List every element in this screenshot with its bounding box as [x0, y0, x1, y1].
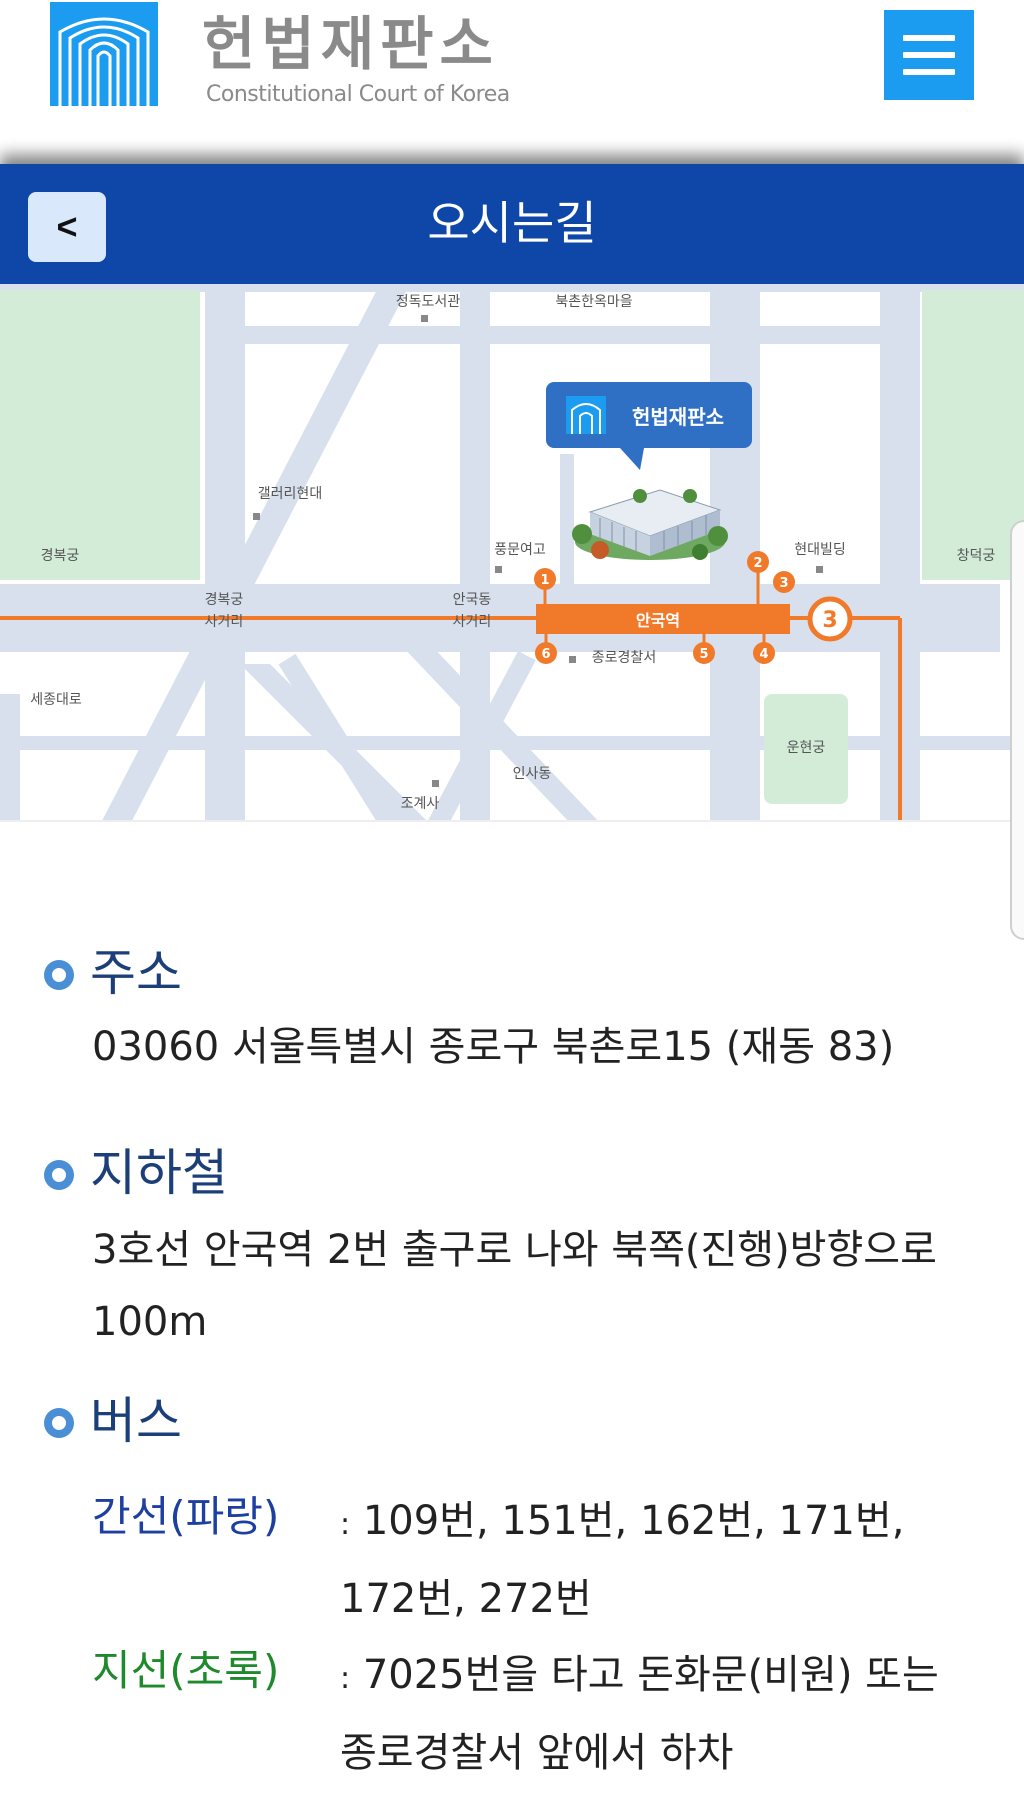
exit-2-label: 2: [753, 556, 762, 571]
map-label-bukchon-village: 북촌한옥마을: [555, 294, 632, 310]
colon: :: [340, 1661, 351, 1696]
map-label-line-3: 3: [822, 608, 837, 633]
site-subtitle: Constitutional Court of Korea: [206, 82, 510, 107]
map-label-hyundai-building: 현대빌딩: [794, 542, 846, 558]
exit-4-label: 4: [759, 647, 768, 662]
park-changdeokgung: [922, 290, 1024, 580]
address-text: 03060 서울특별시 종로구 북촌로15 (재동 83): [92, 1024, 895, 1070]
bus-title: 버스: [90, 1392, 182, 1450]
bus-branch-text: 7025번을 타고 돈화문(비원) 또는 종로경찰서 앞에서 하차: [340, 1652, 939, 1776]
menu-button[interactable]: [884, 10, 974, 100]
map-label-anguk-intersection-1: 안국동: [453, 592, 492, 608]
bullet-icon: [44, 1160, 74, 1190]
map-label-gyeongbokgung-intersection-2: 사거리: [205, 614, 244, 630]
court-logo-icon[interactable]: [50, 2, 158, 106]
subway-title: 지하철: [90, 1144, 228, 1202]
bullet-icon: [44, 1408, 74, 1438]
bus-branch-routes: : 7025번을 타고 돈화문(비원) 또는 종로경찰서 앞에서 하차: [340, 1638, 980, 1790]
callout-label: 헌법재판소: [632, 405, 724, 429]
bus-trunk-label: 간선(파랑): [92, 1492, 280, 1541]
map-label-anguk-intersection-2: 사거리: [453, 614, 492, 630]
hamburger-icon: [903, 35, 955, 41]
page-title: 오시는길: [427, 196, 597, 250]
hamburger-icon-bar: [903, 69, 955, 75]
subway-text: 3호선 안국역 2번 출구로 나와 북쪽(진행)방향으로 100m: [92, 1227, 937, 1345]
map-label-sejong-daero: 세종대로: [30, 692, 82, 708]
exit-6-label: 6: [541, 647, 550, 662]
map-label-gyeongbokgung: 경복궁: [41, 548, 80, 564]
map-label-gallery-hyundai: 갤러리현대: [258, 486, 322, 502]
site-title[interactable]: 헌법재판소: [202, 8, 499, 80]
hamburger-icon-bar: [903, 52, 955, 58]
map-label-jogyesa: 조계사: [401, 796, 440, 812]
site-header: 헌법재판소 Constitutional Court of Korea: [0, 0, 1024, 160]
exit-3-label: 3: [779, 576, 788, 591]
scroll-handle[interactable]: [1010, 520, 1024, 940]
map-label-unhyeongung: 운현궁: [787, 740, 826, 756]
bullet-icon: [44, 960, 74, 990]
location-map[interactable]: 안국역 3 1 2 3 4 5 6 헌법재판소 정독도서관 북촌한옥마을 갤러리…: [0, 284, 1024, 844]
colon: :: [340, 1507, 351, 1542]
bus-trunk-routes: : 109번, 151번, 162번, 171번, 172번, 272번: [340, 1484, 980, 1636]
bus-trunk-text: 109번, 151번, 162번, 171번, 172번, 272번: [340, 1498, 905, 1622]
bus-branch-label: 지선(초록): [92, 1646, 280, 1695]
page-titlebar: < 오시는길: [0, 164, 1024, 284]
map-label-insadong: 인사동: [513, 766, 552, 782]
map-label-changdeokgung: 창덕궁: [957, 548, 996, 564]
exit-1-label: 1: [540, 573, 549, 588]
map-label-anguk-station: 안국역: [636, 611, 680, 630]
park-gyeongbokgung: [0, 290, 200, 580]
exit-5-label: 5: [699, 647, 708, 662]
map-label-jongno-police: 종로경찰서: [592, 650, 656, 666]
map-label-gyeongbokgung-intersection-1: 경복궁: [205, 592, 244, 608]
map-label-pungmun-school: 풍문여고: [494, 542, 546, 558]
map-label-jeongdok-library: 정독도서관: [396, 294, 461, 310]
address-title: 주소: [90, 944, 182, 1002]
